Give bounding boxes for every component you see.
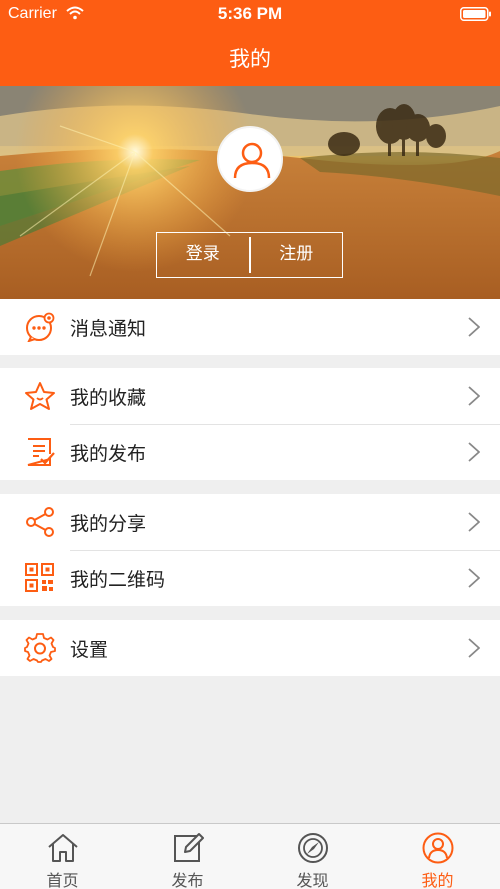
- edit-document-icon: [27, 438, 55, 466]
- share-icon: [26, 507, 54, 537]
- tab-home[interactable]: 首页: [0, 824, 125, 889]
- user-icon: [422, 832, 453, 864]
- compose-icon: [173, 833, 204, 862]
- gear-icon: [24, 633, 56, 663]
- profile-banner: 登录 注册: [0, 86, 500, 299]
- tab-publish[interactable]: 发布: [125, 824, 250, 889]
- menu-item-label: 我的二维码: [70, 569, 166, 591]
- register-button[interactable]: 注册: [251, 233, 343, 277]
- menu-item-settings[interactable]: 设置: [0, 620, 500, 676]
- menu-item-my-posts[interactable]: 我的发布: [0, 424, 500, 480]
- tab-label: 发现: [296, 871, 329, 889]
- menu-item-label: 设置: [70, 639, 109, 661]
- status-bar: Carrier 5:36 PM: [0, 0, 500, 30]
- chevron-right-icon: [468, 512, 480, 532]
- page-title: 我的: [229, 47, 271, 71]
- auth-buttons: 登录 注册: [156, 232, 343, 278]
- home-icon: [47, 834, 78, 862]
- menu-item-label: 我的分享: [70, 513, 147, 535]
- menu-item-label: 我的收藏: [70, 387, 147, 409]
- menu-group-notifications: 消息通知: [0, 299, 500, 355]
- tab-bar: 首页 发布 发现 我的: [0, 823, 500, 889]
- chevron-right-icon: [468, 442, 480, 462]
- battery-icon: [460, 7, 491, 21]
- menu-item-label: 我的发布: [70, 443, 147, 465]
- status-time: 5:36 PM: [217, 4, 283, 23]
- navigation-bar: 我的: [0, 30, 500, 86]
- star-icon: [25, 382, 55, 410]
- tab-label: 发布: [171, 871, 204, 889]
- menu-item-my-share[interactable]: 我的分享: [0, 494, 500, 550]
- tab-discover[interactable]: 发现: [250, 824, 375, 889]
- menu-group-share: 我的分享 我的二维码: [0, 494, 500, 606]
- chevron-right-icon: [468, 638, 480, 658]
- chevron-right-icon: [468, 317, 480, 337]
- tab-label: 我的: [421, 871, 454, 889]
- menu-item-favorites[interactable]: 我的收藏: [0, 368, 500, 424]
- user-avatar-icon: [233, 142, 271, 179]
- menu-group-settings: 设置: [0, 620, 500, 676]
- avatar[interactable]: [217, 126, 283, 192]
- tab-mine[interactable]: 我的: [375, 824, 500, 889]
- chevron-right-icon: [468, 386, 480, 406]
- tab-label: 首页: [46, 871, 79, 889]
- menu-group-content: 我的收藏 我的发布: [0, 368, 500, 480]
- message-icon: [26, 312, 55, 342]
- menu-item-qr-code[interactable]: 我的二维码: [0, 550, 500, 606]
- menu-item-label: 消息通知: [70, 318, 147, 340]
- login-button[interactable]: 登录: [157, 233, 249, 277]
- discover-icon: [297, 833, 328, 863]
- qr-code-icon: [25, 563, 54, 592]
- chevron-right-icon: [468, 568, 480, 588]
- menu-item-notifications[interactable]: 消息通知: [0, 299, 500, 355]
